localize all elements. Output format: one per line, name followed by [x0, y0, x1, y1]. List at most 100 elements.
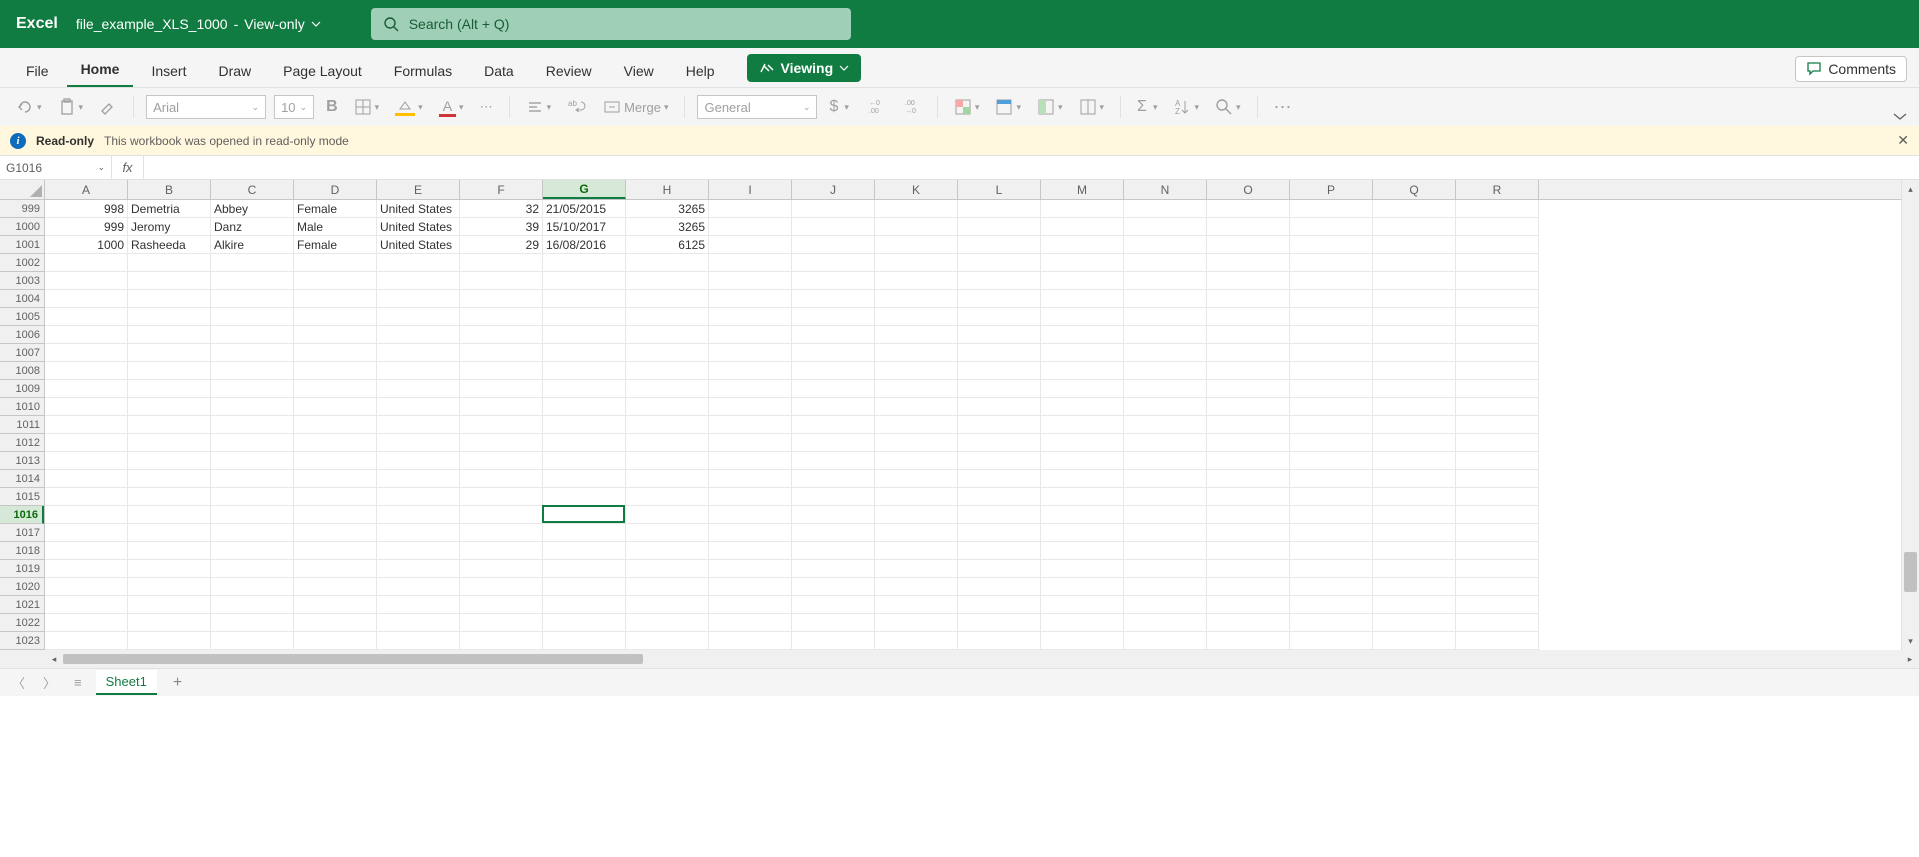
sheet-next-button[interactable]: 〉: [39, 673, 60, 692]
cell[interactable]: [211, 272, 294, 290]
cell[interactable]: [1290, 416, 1373, 434]
tab-formulas[interactable]: Formulas: [380, 55, 466, 87]
cell[interactable]: [460, 542, 543, 560]
cell[interactable]: [543, 398, 626, 416]
cell[interactable]: [45, 344, 128, 362]
search-input[interactable]: [409, 16, 839, 32]
cell[interactable]: [958, 632, 1041, 650]
tab-help[interactable]: Help: [672, 55, 729, 87]
cell[interactable]: [45, 596, 128, 614]
cell[interactable]: [1124, 452, 1207, 470]
merge-button[interactable]: Merge ▾: [599, 95, 672, 119]
tab-page-layout[interactable]: Page Layout: [269, 55, 376, 87]
cell[interactable]: [460, 398, 543, 416]
cell[interactable]: Danz: [211, 218, 294, 236]
hscroll-thumb[interactable]: [63, 654, 643, 664]
tab-review[interactable]: Review: [532, 55, 606, 87]
cell[interactable]: [45, 452, 128, 470]
cell[interactable]: [958, 488, 1041, 506]
cell[interactable]: [792, 290, 875, 308]
cell[interactable]: United States: [377, 236, 460, 254]
cell[interactable]: [626, 326, 709, 344]
cell[interactable]: 1000: [45, 236, 128, 254]
cell[interactable]: [1041, 344, 1124, 362]
cell[interactable]: [792, 578, 875, 596]
cell[interactable]: [958, 290, 1041, 308]
cell[interactable]: [1041, 398, 1124, 416]
cell[interactable]: [709, 308, 792, 326]
column-header-N[interactable]: N: [1124, 180, 1207, 199]
tab-file[interactable]: File: [12, 55, 63, 87]
cell[interactable]: [294, 434, 377, 452]
cell[interactable]: [626, 560, 709, 578]
cell[interactable]: [1041, 542, 1124, 560]
cell[interactable]: [294, 596, 377, 614]
cell[interactable]: [1207, 362, 1290, 380]
cell[interactable]: [211, 290, 294, 308]
cell[interactable]: [460, 578, 543, 596]
cell[interactable]: [958, 452, 1041, 470]
cell[interactable]: [1373, 560, 1456, 578]
cell[interactable]: [792, 344, 875, 362]
cell[interactable]: [958, 596, 1041, 614]
row-header[interactable]: 1022: [0, 614, 44, 632]
cell[interactable]: [294, 488, 377, 506]
row-header[interactable]: 1005: [0, 308, 44, 326]
cell[interactable]: [1373, 452, 1456, 470]
cell[interactable]: [460, 614, 543, 632]
cell[interactable]: [128, 524, 211, 542]
undo-button[interactable]: ▾: [12, 95, 46, 119]
cell[interactable]: [1124, 362, 1207, 380]
cell[interactable]: [543, 416, 626, 434]
cell[interactable]: [1041, 200, 1124, 218]
cell[interactable]: [128, 308, 211, 326]
cell[interactable]: [958, 326, 1041, 344]
cell[interactable]: [709, 614, 792, 632]
cell[interactable]: [128, 470, 211, 488]
cell[interactable]: [709, 452, 792, 470]
cell[interactable]: [460, 632, 543, 650]
cell[interactable]: [128, 398, 211, 416]
cell[interactable]: [1124, 488, 1207, 506]
cell[interactable]: [128, 632, 211, 650]
cell[interactable]: [45, 542, 128, 560]
cell[interactable]: [709, 506, 792, 524]
cell[interactable]: [294, 416, 377, 434]
decrease-decimal-button[interactable]: .00→0: [897, 95, 925, 119]
row-header[interactable]: 1002: [0, 254, 44, 272]
cell[interactable]: [1290, 326, 1373, 344]
cell[interactable]: [1207, 200, 1290, 218]
cell[interactable]: [377, 632, 460, 650]
cell[interactable]: [626, 452, 709, 470]
cell[interactable]: [1373, 542, 1456, 560]
row-header[interactable]: 1004: [0, 290, 44, 308]
cell[interactable]: [1207, 272, 1290, 290]
cell[interactable]: [1373, 506, 1456, 524]
column-header-E[interactable]: E: [377, 180, 460, 199]
cell[interactable]: [1124, 398, 1207, 416]
cell[interactable]: [1290, 542, 1373, 560]
cell[interactable]: [792, 200, 875, 218]
tab-data[interactable]: Data: [470, 55, 528, 87]
cell[interactable]: [1207, 398, 1290, 416]
cell[interactable]: [543, 380, 626, 398]
cell[interactable]: [792, 326, 875, 344]
cell[interactable]: [460, 596, 543, 614]
cell[interactable]: [1373, 524, 1456, 542]
cell[interactable]: [709, 344, 792, 362]
column-header-R[interactable]: R: [1456, 180, 1539, 199]
cell[interactable]: [1373, 362, 1456, 380]
borders-button[interactable]: ▾: [350, 95, 384, 119]
cell[interactable]: [875, 434, 958, 452]
add-sheet-button[interactable]: +: [167, 674, 188, 692]
column-header-A[interactable]: A: [45, 180, 128, 199]
cell[interactable]: [792, 236, 875, 254]
cell[interactable]: [543, 290, 626, 308]
row-header[interactable]: 1019: [0, 560, 44, 578]
cell[interactable]: [377, 398, 460, 416]
cell[interactable]: [1290, 308, 1373, 326]
cell[interactable]: [128, 254, 211, 272]
cell[interactable]: [709, 560, 792, 578]
row-header[interactable]: 1009: [0, 380, 44, 398]
cell[interactable]: [45, 614, 128, 632]
